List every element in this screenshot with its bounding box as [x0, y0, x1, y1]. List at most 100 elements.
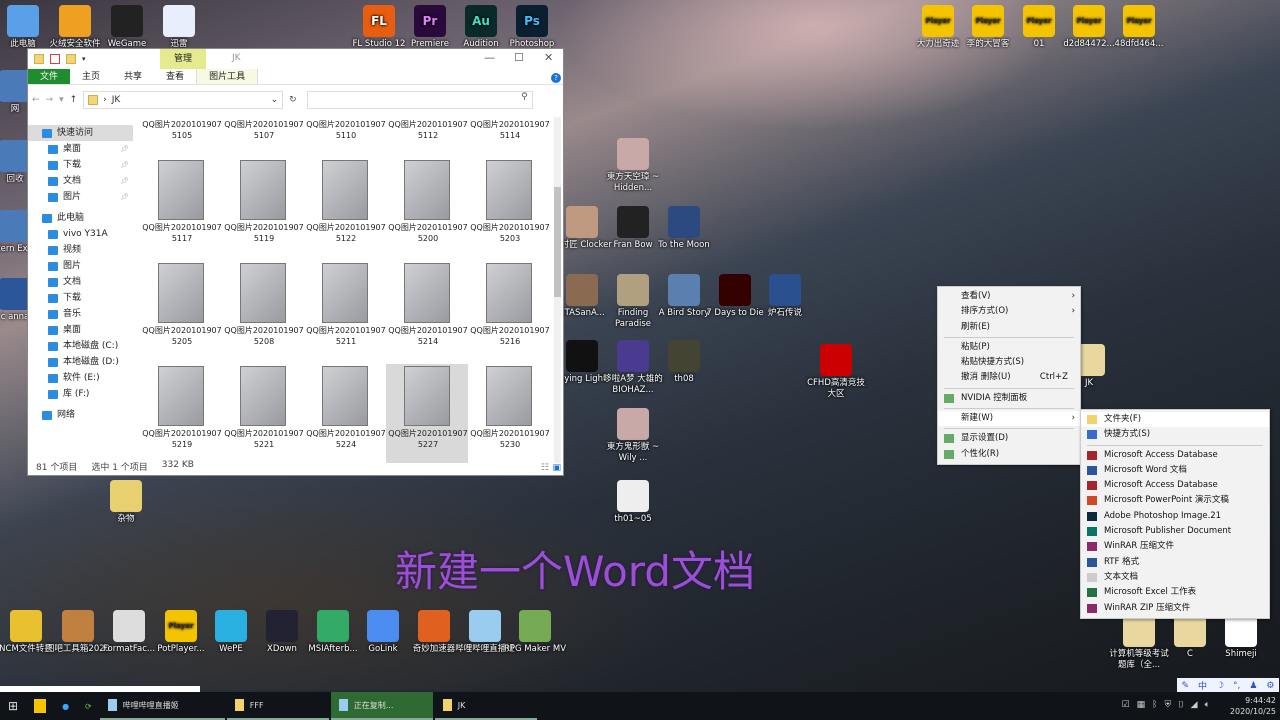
- file-item[interactable]: QQ图片20201019075105: [140, 117, 222, 154]
- back-button[interactable]: ←: [32, 95, 40, 105]
- desktop-icon[interactable]: Player 48dfd464...: [1106, 5, 1172, 50]
- menu-item[interactable]: 粘贴(P): [938, 340, 1080, 355]
- desktop-icon[interactable]: 東方天空璋 ~ Hidden...: [600, 138, 666, 194]
- manage-context-tab[interactable]: 管理: [160, 49, 206, 69]
- desktop-icon[interactable]: RPG Maker MV: [502, 610, 568, 655]
- vertical-scrollbar[interactable]: [554, 117, 561, 463]
- pin-icon[interactable]: 📌︎: [120, 141, 129, 157]
- file-item[interactable]: QQ图片20201019075200: [386, 158, 468, 257]
- menu-item[interactable]: 个性化(R): [938, 447, 1080, 462]
- browser-pinned[interactable]: ●: [54, 692, 77, 720]
- menu-item[interactable]: 文本文档: [1081, 570, 1269, 585]
- tray-check-icon[interactable]: ☑: [1122, 700, 1130, 710]
- nav-item[interactable]: 图片: [28, 258, 133, 274]
- menu-item[interactable]: Microsoft Excel 工作表: [1081, 585, 1269, 600]
- tray-app-icon[interactable]: ▦: [1137, 700, 1146, 710]
- nav-item[interactable]: 文档: [28, 274, 133, 290]
- menu-item[interactable]: 粘贴快捷方式(S): [938, 355, 1080, 370]
- large-icons-view-button[interactable]: ▣: [552, 463, 561, 473]
- nav-item[interactable]: 快速访问: [28, 125, 133, 141]
- nav-item[interactable]: vivo Y31A: [28, 226, 133, 242]
- nav-item[interactable]: 下载: [28, 290, 133, 306]
- properties-icon[interactable]: [50, 54, 60, 64]
- menu-item[interactable]: WinRAR ZIP 压缩文件: [1081, 601, 1269, 616]
- menu-item[interactable]: Microsoft Access Database: [1081, 448, 1269, 463]
- file-item[interactable]: QQ图片20201019075224: [304, 364, 386, 463]
- file-item[interactable]: QQ图片20201019075214: [386, 261, 468, 360]
- nav-item[interactable]: 网络: [28, 407, 133, 423]
- search-input[interactable]: ⚲: [306, 91, 533, 109]
- quick-access-dropdown-icon[interactable]: ▾: [82, 55, 86, 63]
- pin-icon[interactable]: 📌︎: [120, 157, 129, 173]
- file-item[interactable]: QQ图片20201019075122: [304, 158, 386, 257]
- taskbar-window[interactable]: FFF: [226, 692, 329, 720]
- menu-item[interactable]: 文件夹(F): [1081, 412, 1269, 428]
- new-folder-icon[interactable]: [66, 54, 76, 64]
- desktop-icon[interactable]: Ps Photoshop: [499, 5, 565, 50]
- tray-usb-icon[interactable]: ⌷: [1178, 700, 1183, 710]
- desktop-icon[interactable]: To the Moon: [651, 206, 717, 251]
- ime-button[interactable]: °,: [1233, 681, 1240, 691]
- menu-item[interactable]: Adobe Photoshop Image.21: [1081, 509, 1269, 524]
- menu-item[interactable]: 显示设置(D): [938, 431, 1080, 446]
- minimize-button[interactable]: —: [484, 51, 495, 64]
- nav-item[interactable]: 本地磁盘 (C:): [28, 338, 133, 354]
- ime-button[interactable]: ☽: [1216, 681, 1224, 691]
- tab-file[interactable]: 文件: [28, 69, 71, 84]
- chevron-down-icon[interactable]: ⌄: [271, 95, 279, 105]
- file-item[interactable]: QQ图片20201019075119: [222, 158, 304, 257]
- breadcrumb[interactable]: JK: [112, 95, 121, 105]
- ime-button[interactable]: ♟: [1249, 681, 1257, 691]
- nav-item[interactable]: 桌面 📌︎: [28, 141, 133, 157]
- tray-shield-icon[interactable]: ⛨: [1165, 700, 1172, 710]
- close-button[interactable]: ✕: [544, 51, 553, 64]
- nav-item[interactable]: 下载 📌︎: [28, 157, 133, 173]
- nav-item[interactable]: 软件 (E:): [28, 370, 133, 386]
- menu-item[interactable]: Microsoft Word 文档: [1081, 463, 1269, 478]
- desktop-icon[interactable]: th01~05: [600, 480, 666, 525]
- nav-item[interactable]: 库 (F:): [28, 386, 133, 402]
- file-item[interactable]: QQ图片20201019075216: [468, 261, 550, 360]
- tab-share[interactable]: 共享: [112, 69, 154, 84]
- menu-item[interactable]: WinRAR 压缩文件: [1081, 539, 1269, 554]
- tray-volume-icon[interactable]: 🔈︎: [1205, 700, 1210, 710]
- menu-item[interactable]: 快捷方式(S): [1081, 427, 1269, 442]
- desktop-icon[interactable]: CFHD高清竞技大区: [803, 344, 869, 400]
- taskbar-window[interactable]: 正在复制...: [330, 692, 433, 720]
- ime-button[interactable]: 中: [1198, 679, 1207, 692]
- file-item[interactable]: QQ图片20201019075203: [468, 158, 550, 257]
- file-item[interactable]: QQ图片20201019075230: [468, 364, 550, 463]
- menu-item[interactable]: 排序方式(O) ›: [938, 304, 1080, 319]
- forward-button[interactable]: →: [46, 95, 54, 105]
- desktop-icon[interactable]: 東方鬼形獣 ~ Wily ...: [600, 408, 666, 464]
- menu-item[interactable]: RTF 格式: [1081, 555, 1269, 570]
- menu-item[interactable]: NVIDIA 控制面板: [938, 391, 1080, 406]
- potplayer-pinned[interactable]: [26, 692, 54, 720]
- recent-dropdown[interactable]: ▾: [59, 95, 64, 105]
- tray-network-icon[interactable]: ◢: [1191, 700, 1198, 710]
- nav-item[interactable]: 图片 📌︎: [28, 189, 133, 205]
- file-item[interactable]: QQ图片20201019075221: [222, 364, 304, 463]
- pin-icon[interactable]: 📌︎: [120, 189, 129, 205]
- tab-view[interactable]: 查看: [154, 69, 196, 84]
- menu-item[interactable]: 新建(W) ›: [938, 411, 1080, 427]
- pin-icon[interactable]: 📌︎: [120, 173, 129, 189]
- menu-item[interactable]: Microsoft PowerPoint 演示文稿: [1081, 493, 1269, 508]
- desktop-icon[interactable]: Shimeji: [1208, 615, 1274, 660]
- up-button[interactable]: ↑: [70, 95, 78, 105]
- refresh-button[interactable]: ↻: [289, 95, 297, 105]
- tab-picture-tools[interactable]: 图片工具: [196, 69, 259, 84]
- address-bar[interactable]: › JK ⌄: [83, 91, 284, 109]
- folder-icon[interactable]: [34, 54, 44, 64]
- menu-item[interactable]: 撤消 删除(U) Ctrl+Z: [938, 370, 1080, 385]
- tab-home[interactable]: 主页: [70, 69, 112, 84]
- menu-item[interactable]: 查看(V) ›: [938, 289, 1080, 304]
- scrollbar-thumb[interactable]: [554, 187, 561, 297]
- nav-item[interactable]: 文档 📌︎: [28, 173, 133, 189]
- file-item[interactable]: QQ图片20201019075219: [140, 364, 222, 463]
- file-item[interactable]: QQ图片20201019075107: [222, 117, 304, 154]
- file-item[interactable]: QQ图片20201019075227: [386, 364, 468, 463]
- nav-item[interactable]: 桌面: [28, 322, 133, 338]
- desktop-icon[interactable]: 杂物: [93, 480, 159, 525]
- file-item[interactable]: QQ图片20201019075211: [304, 261, 386, 360]
